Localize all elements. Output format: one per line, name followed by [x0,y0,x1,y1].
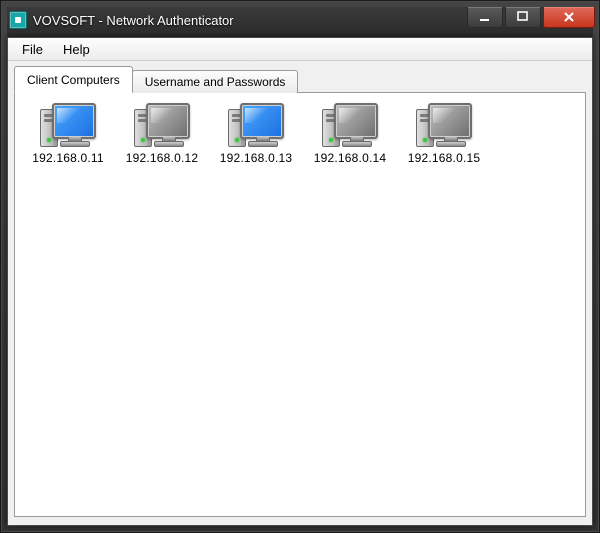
tabstrip: Client Computers Username and Passwords [14,65,586,92]
close-button[interactable] [543,7,595,28]
window-title: VOVSOFT - Network Authenticator [33,13,467,28]
client-area: File Help Client Computers Username and … [7,37,593,526]
client-ip-label: 192.168.0.13 [220,151,292,165]
computer-icon [416,103,472,147]
client-item[interactable]: 192.168.0.14 [303,103,397,165]
menu-help[interactable]: Help [53,38,100,60]
client-ip-label: 192.168.0.12 [126,151,198,165]
titlebar[interactable]: VOVSOFT - Network Authenticator [7,7,593,37]
tabpanel-clients: 192.168.0.11 192.168.0.12 192.168.0.13 192.… [14,92,586,517]
client-item[interactable]: 192.168.0.11 [21,103,115,165]
computer-icon [40,103,96,147]
menu-file[interactable]: File [12,38,53,60]
tab-client-computers[interactable]: Client Computers [14,66,133,93]
client-ip-label: 192.168.0.11 [32,151,104,165]
app-window: VOVSOFT - Network Authenticator File Hel… [0,0,600,533]
app-icon [9,11,27,29]
minimize-icon [479,11,491,23]
maximize-button[interactable] [505,7,541,28]
client-item[interactable]: 192.168.0.13 [209,103,303,165]
window-controls [467,7,595,28]
client-item[interactable]: 192.168.0.12 [115,103,209,165]
menubar: File Help [8,38,592,61]
client-ip-label: 192.168.0.14 [314,151,386,165]
computer-icon [322,103,378,147]
tab-username-passwords[interactable]: Username and Passwords [132,70,299,93]
client-item[interactable]: 192.168.0.15 [397,103,491,165]
client-grid: 192.168.0.11 192.168.0.12 192.168.0.13 192.… [21,101,579,177]
maximize-icon [517,11,529,23]
computer-icon [228,103,284,147]
minimize-button[interactable] [467,7,503,28]
computer-icon [134,103,190,147]
content-body: Client Computers Username and Passwords … [8,61,592,525]
client-ip-label: 192.168.0.15 [408,151,480,165]
close-icon [562,11,576,23]
